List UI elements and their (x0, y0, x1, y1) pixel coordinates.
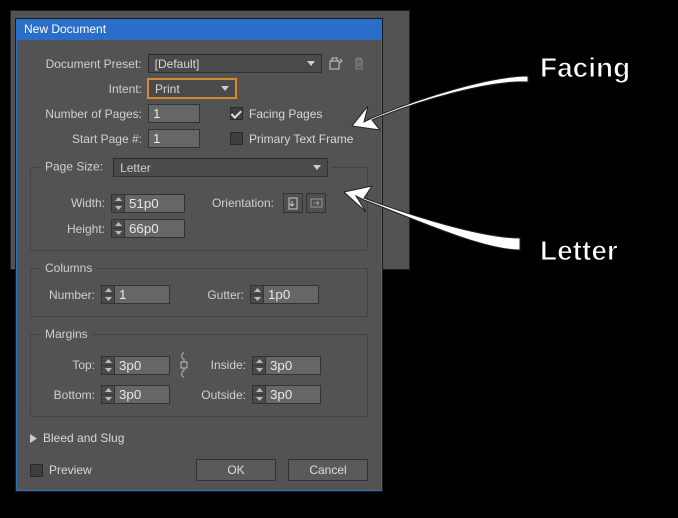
delete-preset-icon[interactable] (350, 55, 368, 73)
number-of-pages-label: Number of Pages: (30, 107, 148, 121)
height-label: Height: (41, 222, 111, 236)
margin-inside-label: Inside: (198, 358, 252, 372)
intent-value: Print (155, 82, 180, 96)
preview-checkbox[interactable]: Preview (30, 463, 92, 477)
margin-outside-label: Outside: (198, 388, 252, 402)
margin-bottom-label: Bottom: (41, 388, 101, 402)
intent-select[interactable]: Print (148, 79, 236, 98)
stepper-down-icon[interactable] (251, 294, 263, 303)
columns-legend: Columns (41, 261, 96, 275)
margin-inside-stepper[interactable] (252, 356, 321, 375)
facing-pages-label: Facing Pages (249, 107, 322, 121)
page-size-value: Letter (120, 161, 151, 175)
gutter-input[interactable] (264, 285, 319, 304)
document-preset-value: [Default] (155, 57, 200, 71)
margin-top-stepper[interactable] (101, 356, 170, 375)
columns-number-stepper[interactable] (101, 285, 170, 304)
link-margins-icon[interactable] (176, 351, 192, 379)
number-of-pages-input[interactable] (148, 104, 200, 123)
intent-label: Intent: (30, 82, 148, 96)
orientation-portrait-button[interactable] (283, 193, 303, 213)
preview-label: Preview (49, 463, 92, 477)
margin-top-input[interactable] (115, 356, 170, 375)
stepper-up-icon[interactable] (102, 357, 114, 365)
page-size-select[interactable]: Letter (113, 158, 328, 177)
primary-text-frame-checkbox[interactable]: Primary Text Frame (230, 132, 353, 146)
margin-bottom-stepper[interactable] (101, 385, 170, 404)
stepper-up-icon[interactable] (253, 357, 265, 365)
bleed-and-slug-disclosure[interactable]: Bleed and Slug (30, 431, 368, 445)
margin-inside-input[interactable] (266, 356, 321, 375)
gutter-label: Gutter: (170, 288, 250, 302)
stepper-up-icon[interactable] (112, 220, 124, 228)
cancel-button[interactable]: Cancel (288, 459, 368, 481)
stepper-up-icon[interactable] (253, 386, 265, 394)
new-document-dialog: New Document Document Preset: [Default] (15, 18, 383, 492)
stepper-down-icon[interactable] (102, 394, 114, 403)
width-label: Width: (41, 196, 111, 210)
dialog-title: New Document (24, 22, 106, 36)
height-stepper[interactable] (111, 219, 185, 238)
stepper-up-icon[interactable] (112, 195, 124, 203)
stepper-up-icon[interactable] (102, 286, 114, 294)
checkbox-icon (230, 132, 243, 145)
facing-pages-checkbox[interactable]: Facing Pages (230, 107, 322, 121)
page-size-group: Page Size: Letter Width: Orientation: (30, 158, 368, 251)
stepper-down-icon[interactable] (112, 228, 124, 237)
chevron-down-icon (310, 161, 324, 175)
chevron-down-icon (218, 82, 232, 96)
orientation-landscape-button[interactable] (306, 193, 326, 213)
stepper-down-icon[interactable] (253, 365, 265, 374)
stepper-down-icon[interactable] (102, 365, 114, 374)
checkbox-icon (30, 464, 43, 477)
width-input[interactable] (125, 194, 185, 213)
width-stepper[interactable] (111, 194, 185, 213)
document-preset-select[interactable]: [Default] (148, 54, 322, 73)
columns-number-input[interactable] (115, 285, 170, 304)
annotation-facing: Facing (540, 52, 630, 84)
orientation-label: Orientation: (185, 196, 280, 210)
chevron-down-icon (304, 57, 318, 71)
checkbox-icon (230, 107, 243, 120)
stepper-down-icon[interactable] (102, 294, 114, 303)
start-page-label: Start Page #: (30, 132, 148, 146)
primary-text-frame-label: Primary Text Frame (249, 132, 353, 146)
margins-group: Margins Top: Inside: (30, 327, 368, 417)
gutter-stepper[interactable] (250, 285, 319, 304)
document-preset-label: Document Preset: (30, 57, 148, 71)
columns-number-label: Number: (41, 288, 101, 302)
chevron-right-icon (30, 434, 37, 443)
margin-bottom-input[interactable] (115, 385, 170, 404)
margins-legend: Margins (41, 327, 92, 341)
save-preset-icon[interactable] (327, 55, 345, 73)
titlebar[interactable]: New Document (16, 19, 382, 40)
margin-top-label: Top: (41, 358, 101, 372)
annotation-letter: Letter (540, 235, 618, 267)
bleed-and-slug-label: Bleed and Slug (43, 431, 124, 445)
columns-group: Columns Number: Gutter: (30, 261, 368, 317)
page-size-label: Page Size: (45, 160, 103, 174)
stepper-up-icon[interactable] (102, 386, 114, 394)
start-page-input[interactable] (148, 129, 200, 148)
margin-outside-stepper[interactable] (252, 385, 321, 404)
margin-outside-input[interactable] (266, 385, 321, 404)
ok-button[interactable]: OK (196, 459, 276, 481)
stepper-down-icon[interactable] (253, 394, 265, 403)
stepper-down-icon[interactable] (112, 203, 124, 212)
height-input[interactable] (125, 219, 185, 238)
stepper-up-icon[interactable] (251, 286, 263, 294)
